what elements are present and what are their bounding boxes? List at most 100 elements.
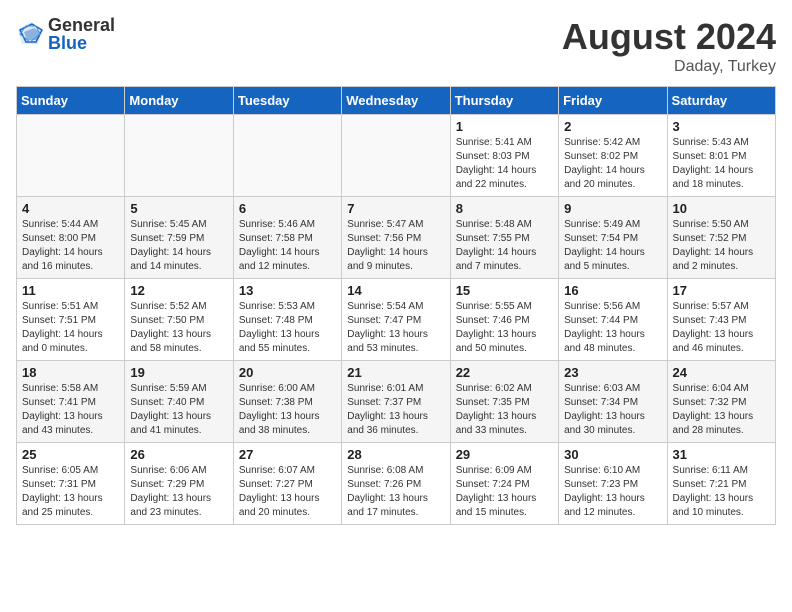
day-info: Sunrise: 5:56 AM Sunset: 7:44 PM Dayligh… bbox=[564, 300, 661, 356]
day-number: 22 bbox=[456, 365, 553, 380]
day-number: 21 bbox=[347, 365, 444, 380]
day-info: Sunrise: 5:44 AM Sunset: 8:00 PM Dayligh… bbox=[22, 218, 119, 274]
day-info: Sunrise: 5:41 AM Sunset: 8:03 PM Dayligh… bbox=[456, 136, 553, 192]
day-number: 24 bbox=[673, 365, 770, 380]
calendar-cell: 17 Sunrise: 5:57 AM Sunset: 7:43 PM Dayli… bbox=[667, 279, 775, 361]
calendar-cell: 29 Sunrise: 6:09 AM Sunset: 7:24 PM Dayli… bbox=[450, 443, 558, 525]
day-info: Sunrise: 6:11 AM Sunset: 7:21 PM Dayligh… bbox=[673, 464, 770, 520]
calendar-cell: 2 Sunrise: 5:42 AM Sunset: 8:02 PM Daylig… bbox=[559, 115, 667, 197]
day-number: 15 bbox=[456, 283, 553, 298]
day-info: Sunrise: 5:47 AM Sunset: 7:56 PM Dayligh… bbox=[347, 218, 444, 274]
day-info: Sunrise: 6:06 AM Sunset: 7:29 PM Dayligh… bbox=[130, 464, 227, 520]
day-number: 31 bbox=[673, 447, 770, 462]
calendar-cell: 9 Sunrise: 5:49 AM Sunset: 7:54 PM Daylig… bbox=[559, 197, 667, 279]
day-info: Sunrise: 6:09 AM Sunset: 7:24 PM Dayligh… bbox=[456, 464, 553, 520]
calendar-cell: 22 Sunrise: 6:02 AM Sunset: 7:35 PM Dayli… bbox=[450, 361, 558, 443]
calendar-cell: 4 Sunrise: 5:44 AM Sunset: 8:00 PM Daylig… bbox=[17, 197, 125, 279]
day-info: Sunrise: 6:01 AM Sunset: 7:37 PM Dayligh… bbox=[347, 382, 444, 438]
logo-text: General Blue bbox=[48, 16, 115, 52]
calendar-week-row: 25Sunrise: 6:05 AM Sunset: 7:31 PM Dayli… bbox=[17, 443, 776, 525]
calendar-cell: 24Sunrise: 6:04 AM Sunset: 7:32 PM Dayli… bbox=[667, 361, 775, 443]
calendar-cell bbox=[125, 115, 233, 197]
logo-blue-label: Blue bbox=[48, 34, 115, 52]
calendar-cell: 3Sunrise: 5:43 AM Sunset: 8:01 PM Daylig… bbox=[667, 115, 775, 197]
calendar-cell: 8 Sunrise: 5:48 AM Sunset: 7:55 PM Daylig… bbox=[450, 197, 558, 279]
calendar-cell: 5Sunrise: 5:45 AM Sunset: 7:59 PM Daylig… bbox=[125, 197, 233, 279]
day-number: 9 bbox=[564, 201, 661, 216]
day-number: 8 bbox=[456, 201, 553, 216]
col-header-friday: Friday bbox=[559, 87, 667, 115]
title-area: August 2024 Daday, Turkey bbox=[562, 16, 776, 76]
calendar-week-row: 18 Sunrise: 5:58 AM Sunset: 7:41 PM Dayli… bbox=[17, 361, 776, 443]
day-number: 29 bbox=[456, 447, 553, 462]
day-info: Sunrise: 5:50 AM Sunset: 7:52 PM Dayligh… bbox=[673, 218, 770, 274]
calendar-cell bbox=[17, 115, 125, 197]
logo-general-label: General bbox=[48, 16, 115, 34]
day-number: 30 bbox=[564, 447, 661, 462]
day-number: 26 bbox=[130, 447, 227, 462]
day-info: Sunrise: 5:53 AM Sunset: 7:48 PM Dayligh… bbox=[239, 300, 336, 356]
day-info: Sunrise: 6:02 AM Sunset: 7:35 PM Dayligh… bbox=[456, 382, 553, 438]
col-header-monday: Monday bbox=[125, 87, 233, 115]
day-info: Sunrise: 6:07 AM Sunset: 7:27 PM Dayligh… bbox=[239, 464, 336, 520]
day-number: 3 bbox=[673, 119, 770, 134]
day-info: Sunrise: 5:57 AM Sunset: 7:43 PM Dayligh… bbox=[673, 300, 770, 356]
day-info: Sunrise: 5:42 AM Sunset: 8:02 PM Dayligh… bbox=[564, 136, 661, 192]
calendar-cell: 21 Sunrise: 6:01 AM Sunset: 7:37 PM Dayli… bbox=[342, 361, 450, 443]
day-number: 11 bbox=[22, 283, 119, 298]
month-year-title: August 2024 bbox=[562, 16, 776, 58]
calendar-week-row: 11 Sunrise: 5:51 AM Sunset: 7:51 PM Dayli… bbox=[17, 279, 776, 361]
calendar-cell: 12Sunrise: 5:52 AM Sunset: 7:50 PM Dayli… bbox=[125, 279, 233, 361]
calendar-cell: 16 Sunrise: 5:56 AM Sunset: 7:44 PM Dayli… bbox=[559, 279, 667, 361]
calendar-cell: 20 Sunrise: 6:00 AM Sunset: 7:38 PM Dayli… bbox=[233, 361, 341, 443]
day-info: Sunrise: 5:51 AM Sunset: 7:51 PM Dayligh… bbox=[22, 300, 119, 356]
calendar-cell: 14Sunrise: 5:54 AM Sunset: 7:47 PM Dayli… bbox=[342, 279, 450, 361]
day-info: Sunrise: 6:08 AM Sunset: 7:26 PM Dayligh… bbox=[347, 464, 444, 520]
calendar-cell: 1Sunrise: 5:41 AM Sunset: 8:03 PM Daylig… bbox=[450, 115, 558, 197]
calendar-cell bbox=[342, 115, 450, 197]
day-number: 20 bbox=[239, 365, 336, 380]
day-info: Sunrise: 6:05 AM Sunset: 7:31 PM Dayligh… bbox=[22, 464, 119, 520]
location-subtitle: Daday, Turkey bbox=[562, 58, 776, 76]
calendar-cell: 11 Sunrise: 5:51 AM Sunset: 7:51 PM Dayli… bbox=[17, 279, 125, 361]
day-info: Sunrise: 5:48 AM Sunset: 7:55 PM Dayligh… bbox=[456, 218, 553, 274]
day-info: Sunrise: 6:03 AM Sunset: 7:34 PM Dayligh… bbox=[564, 382, 661, 438]
calendar-cell: 27 Sunrise: 6:07 AM Sunset: 7:27 PM Dayli… bbox=[233, 443, 341, 525]
day-number: 6 bbox=[239, 201, 336, 216]
col-header-wednesday: Wednesday bbox=[342, 87, 450, 115]
calendar-cell: 30Sunrise: 6:10 AM Sunset: 7:23 PM Dayli… bbox=[559, 443, 667, 525]
calendar-cell: 6Sunrise: 5:46 AM Sunset: 7:58 PM Daylig… bbox=[233, 197, 341, 279]
day-info: Sunrise: 5:54 AM Sunset: 7:47 PM Dayligh… bbox=[347, 300, 444, 356]
calendar-header-row: SundayMondayTuesdayWednesdayThursdayFrid… bbox=[17, 87, 776, 115]
col-header-thursday: Thursday bbox=[450, 87, 558, 115]
calendar-cell: 23Sunrise: 6:03 AM Sunset: 7:34 PM Dayli… bbox=[559, 361, 667, 443]
day-number: 18 bbox=[22, 365, 119, 380]
calendar-cell: 7 Sunrise: 5:47 AM Sunset: 7:56 PM Daylig… bbox=[342, 197, 450, 279]
day-info: Sunrise: 5:58 AM Sunset: 7:41 PM Dayligh… bbox=[22, 382, 119, 438]
day-number: 7 bbox=[347, 201, 444, 216]
calendar-cell: 31 Sunrise: 6:11 AM Sunset: 7:21 PM Dayli… bbox=[667, 443, 775, 525]
day-info: Sunrise: 5:52 AM Sunset: 7:50 PM Dayligh… bbox=[130, 300, 227, 356]
calendar-cell: 18 Sunrise: 5:58 AM Sunset: 7:41 PM Dayli… bbox=[17, 361, 125, 443]
calendar-cell: 13Sunrise: 5:53 AM Sunset: 7:48 PM Dayli… bbox=[233, 279, 341, 361]
day-number: 27 bbox=[239, 447, 336, 462]
day-info: Sunrise: 6:00 AM Sunset: 7:38 PM Dayligh… bbox=[239, 382, 336, 438]
col-header-sunday: Sunday bbox=[17, 87, 125, 115]
day-number: 28 bbox=[347, 447, 444, 462]
day-number: 19 bbox=[130, 365, 227, 380]
header: General Blue August 2024 Daday, Turkey bbox=[16, 16, 776, 76]
logo: General Blue bbox=[16, 16, 115, 52]
calendar-table: SundayMondayTuesdayWednesdayThursdayFrid… bbox=[16, 86, 776, 525]
day-number: 16 bbox=[564, 283, 661, 298]
calendar-cell: 26 Sunrise: 6:06 AM Sunset: 7:29 PM Dayli… bbox=[125, 443, 233, 525]
day-number: 2 bbox=[564, 119, 661, 134]
calendar-cell: 10Sunrise: 5:50 AM Sunset: 7:52 PM Dayli… bbox=[667, 197, 775, 279]
day-number: 4 bbox=[22, 201, 119, 216]
day-info: Sunrise: 5:59 AM Sunset: 7:40 PM Dayligh… bbox=[130, 382, 227, 438]
calendar-week-row: 4 Sunrise: 5:44 AM Sunset: 8:00 PM Daylig… bbox=[17, 197, 776, 279]
day-number: 17 bbox=[673, 283, 770, 298]
day-info: Sunrise: 5:49 AM Sunset: 7:54 PM Dayligh… bbox=[564, 218, 661, 274]
day-info: Sunrise: 5:45 AM Sunset: 7:59 PM Dayligh… bbox=[130, 218, 227, 274]
calendar-week-row: 1Sunrise: 5:41 AM Sunset: 8:03 PM Daylig… bbox=[17, 115, 776, 197]
calendar-cell: 25Sunrise: 6:05 AM Sunset: 7:31 PM Dayli… bbox=[17, 443, 125, 525]
